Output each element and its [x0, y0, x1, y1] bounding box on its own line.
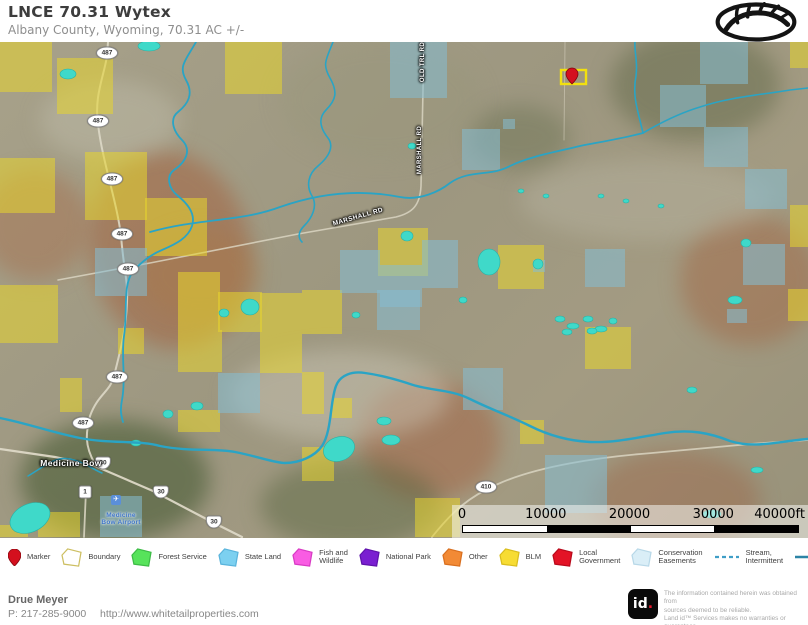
scale-segment	[463, 526, 547, 532]
legend-label: Marker	[27, 553, 50, 561]
legend-river-creek-icon	[794, 553, 808, 561]
airport-icon: ✈	[111, 495, 121, 505]
highway-shield-487: 487	[101, 173, 123, 186]
scale-segment	[714, 526, 798, 532]
place-label: Medicine Bow Airport	[101, 512, 140, 526]
scale-tick-label: 20000	[609, 507, 650, 522]
land-id-logo-text: id	[633, 596, 648, 612]
highway-shield-30: 30	[153, 486, 169, 499]
legend-item-blm: BLM	[499, 548, 541, 567]
legend-item-other: Other	[442, 548, 488, 567]
legend-label: Other	[469, 553, 488, 561]
legend-label: National Park	[386, 553, 431, 561]
place-label: Medicine Bow	[40, 458, 101, 468]
agent-name: Drue Meyer	[8, 594, 68, 606]
map-annotations-layer: 4874874874874874874873030301410MARSHALL …	[0, 42, 808, 538]
legend-boundary-icon	[61, 548, 82, 567]
legend-item-stream-intermittent: Stream, Intermittent	[714, 549, 784, 566]
legend-stream-intermittent-icon	[714, 553, 740, 561]
highway-shield-487: 487	[96, 47, 118, 60]
legend-item-boundary: Boundary	[61, 548, 120, 567]
map-canvas[interactable]: 4874874874874874874873030301410MARSHALL …	[0, 42, 808, 538]
legend-item-forest-service: Forest Service	[131, 548, 206, 567]
highway-shield-487: 487	[117, 263, 139, 276]
whitetail-antler-logo	[714, 2, 798, 42]
highway-shield-487: 487	[87, 115, 109, 128]
highway-shield-30: 30	[206, 516, 222, 529]
scale-bar: 0 10000 20000 30000 40000ft	[452, 505, 808, 538]
page-title: LNCE 70.31 Wytex	[8, 3, 171, 21]
scale-tick-label: 0	[458, 507, 466, 522]
scale-tick-label: 30000	[693, 507, 734, 522]
scale-bar-labels: 0 10000 20000 30000 40000ft	[452, 507, 808, 523]
highway-shield-1: 1	[79, 486, 92, 499]
legend-label: Boundary	[88, 553, 120, 561]
legend-label: Stream, Intermittent	[746, 549, 784, 566]
header: LNCE 70.31 Wytex Albany County, Wyoming,…	[0, 0, 808, 42]
land-id-logo: id.	[628, 589, 658, 619]
legend-label: Fish and Wildlife	[319, 549, 348, 566]
road-label: OLD TRL RD	[420, 42, 426, 82]
legend-item-state-land: State Land	[218, 548, 281, 567]
highway-shield-487: 487	[111, 228, 133, 241]
road-label: MARSHALL RD	[417, 126, 423, 174]
legend-fish-and-wildlife-icon	[292, 548, 313, 567]
legend-item-national-park: National Park	[359, 548, 431, 567]
legend-item-river-creek: River/Creek	[794, 553, 808, 561]
legend-label: Local Government	[579, 549, 620, 566]
legend-marker-icon	[8, 549, 21, 566]
legend-blm-icon	[499, 548, 520, 567]
footer: Drue Meyer P: 217-285-9000 http://www.wh…	[0, 576, 808, 625]
legend-label: Conservation Easements	[658, 549, 702, 566]
highway-shield-487: 487	[106, 371, 128, 384]
scale-end-label: 40000ft	[754, 507, 805, 522]
legend-local-government-icon	[552, 548, 573, 567]
map-report-page: LNCE 70.31 Wytex Albany County, Wyoming,…	[0, 0, 808, 625]
antler-logo-icon	[714, 2, 798, 42]
highway-shield-487: 487	[72, 417, 94, 430]
legend-state-land-icon	[218, 548, 239, 567]
scale-segment	[631, 526, 715, 532]
page-subtitle: Albany County, Wyoming, 70.31 AC +/-	[8, 23, 244, 37]
agent-phone: P: 217-285-9000	[8, 608, 86, 620]
legend-national-park-icon	[359, 548, 380, 567]
legend-forest-service-icon	[131, 548, 152, 567]
legend-conservation-easements-icon	[631, 548, 652, 567]
legend-item-marker: Marker	[8, 549, 50, 566]
road-label: MARSHALL RD	[332, 206, 384, 227]
disclaimer-text: The information contained herein was obt…	[664, 590, 806, 625]
land-id-logo-dot: .	[648, 596, 653, 612]
scale-bar-segments	[462, 525, 799, 533]
legend-label: State Land	[245, 553, 281, 561]
legend-label: BLM	[526, 553, 541, 561]
legend-item-fish-and-wildlife: Fish and Wildlife	[292, 548, 348, 567]
scale-tick-label: 10000	[525, 507, 566, 522]
highway-shield-410: 410	[475, 481, 497, 494]
legend-item-local-government: Local Government	[552, 548, 620, 567]
legend-label: Forest Service	[158, 553, 206, 561]
map-legend: Marker Boundary Forest Service State Land Fi…	[0, 538, 808, 576]
legend-item-conservation-easements: Conservation Easements	[631, 548, 702, 567]
scale-segment	[547, 526, 631, 532]
legend-other-icon	[442, 548, 463, 567]
website-link[interactable]: http://www.whitetailproperties.com	[100, 608, 259, 620]
